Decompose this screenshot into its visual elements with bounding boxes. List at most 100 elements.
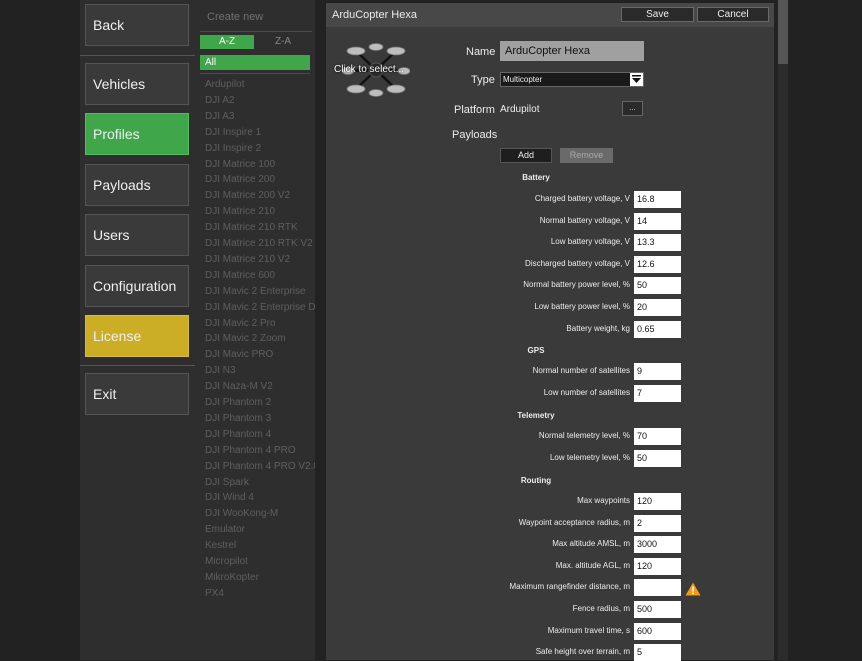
profile-list-item[interactable]: DJI Matrice 210 V2	[205, 253, 317, 267]
nav-payloads-button[interactable]: Payloads	[85, 164, 189, 206]
param-input[interactable]: 0.65	[634, 320, 681, 338]
editor-title: ArduCopter Hexa	[332, 9, 417, 21]
profile-list-item[interactable]: DJI Phantom 4 PRO V2.0	[205, 460, 317, 474]
param-input[interactable]: 5	[634, 644, 681, 661]
profile-list-item[interactable]: DJI Matrice 200 V2	[205, 189, 317, 203]
remove-payload-button[interactable]: Remove	[560, 148, 613, 163]
payloads-label: Payloads	[452, 129, 498, 141]
scrollbar[interactable]	[778, 0, 788, 660]
param-input[interactable]: 600	[634, 622, 681, 640]
param-input[interactable]: 13.3	[634, 234, 681, 252]
param-label: Fence radius, m	[572, 604, 630, 613]
profile-list-item[interactable]: DJI Phantom 4 PRO	[205, 444, 317, 458]
param-input[interactable]: 12.6	[634, 255, 681, 273]
type-label: Type	[471, 74, 495, 86]
param-label: Low number of satellites	[543, 387, 630, 397]
param-input[interactable]: 16.8	[634, 191, 681, 208]
profile-list-item[interactable]: Micropilot	[205, 555, 317, 569]
type-select[interactable]: Multicopter	[500, 72, 644, 87]
platform-value: Ardupilot	[500, 104, 540, 115]
nav-license-button[interactable]: License	[85, 315, 189, 357]
param-input[interactable]: 120	[634, 557, 681, 575]
profile-list-item[interactable]: DJI Matrice 200	[205, 173, 317, 187]
platform-label: Platform	[454, 104, 495, 116]
profile-list-item[interactable]: DJI Matrice 210	[205, 205, 317, 219]
profile-list-item[interactable]: DJI A2	[205, 94, 317, 108]
nav-configuration-button[interactable]: Configuration	[85, 265, 189, 307]
param-label: Charged battery voltage, V	[534, 194, 630, 203]
profile-list-item[interactable]: MikroKopter	[205, 571, 317, 585]
create-new-button[interactable]: Create new	[207, 11, 263, 23]
profile-list-item[interactable]: DJI Inspire 1	[205, 126, 317, 140]
profile-list-item[interactable]: DJI Matrice 210 RTK	[205, 221, 317, 235]
profile-list-item[interactable]: DJI Matrice 600	[205, 269, 317, 283]
profile-list-item[interactable]: Emulator	[205, 523, 317, 537]
param-input[interactable]: 50	[634, 449, 681, 467]
profile-list-item[interactable]: DJI WooKong-M	[205, 507, 317, 521]
param-input[interactable]: 120	[634, 493, 681, 510]
editor-header: ArduCopter Hexa Save Cancel	[326, 3, 774, 27]
param-label: Maximum travel time, s	[547, 625, 630, 635]
param-input[interactable]: 14	[634, 212, 681, 230]
param-input[interactable]: 2	[634, 514, 681, 532]
nav-exit-button[interactable]: Exit	[85, 373, 189, 415]
param-label: Low telemetry level, %	[549, 452, 630, 462]
profile-list-item[interactable]: DJI Mavic 2 Enterprise Dual	[205, 301, 317, 315]
profile-list-item[interactable]: DJI A3	[205, 110, 317, 124]
section-header-telemetry: Telemetry	[517, 411, 555, 420]
section-header-battery: Battery	[522, 173, 550, 182]
param-label: Low battery power level, %	[534, 302, 630, 311]
section-header-routing: Routing	[520, 476, 552, 485]
param-input[interactable]: 70	[634, 428, 681, 445]
profile-list-item[interactable]: DJI Spark	[205, 476, 317, 490]
right-margin	[788, 0, 862, 660]
param-input[interactable]: 500	[634, 601, 681, 618]
list-divider	[200, 31, 312, 32]
param-input[interactable]	[634, 579, 681, 597]
profile-list-item[interactable]: DJI Wind 4	[205, 491, 317, 505]
nav-profiles-button[interactable]: Profiles	[85, 113, 189, 155]
profile-list-item[interactable]: DJI Mavic 2 Pro	[205, 317, 317, 331]
param-label: Normal battery voltage, V	[539, 215, 630, 225]
sort-az-button[interactable]: A-Z	[200, 35, 254, 49]
nav-back-button[interactable]: Back	[85, 4, 189, 46]
profile-list-item[interactable]: DJI Phantom 2	[205, 396, 317, 410]
scrollbar-thumb[interactable]	[778, 0, 788, 64]
profile-list-item[interactable]: DJI Mavic 2 Enterprise	[205, 285, 317, 299]
profile-list-item[interactable]: DJI Mavic 2 Zoom	[205, 332, 317, 346]
section-header-gps: GPS	[527, 346, 545, 355]
save-button[interactable]: Save	[621, 7, 694, 22]
nav-divider	[80, 365, 195, 366]
profile-list-panel: Create new A-Z Z-A All Ardupilot DJI A2 DJ…	[195, 0, 317, 660]
profile-list-item[interactable]: DJI Phantom 4	[205, 428, 317, 442]
profile-list-item[interactable]: DJI Matrice 210 RTK V2	[205, 237, 317, 251]
profile-list-item[interactable]: Kestrel	[205, 539, 317, 553]
name-input[interactable]: ArduCopter Hexa	[500, 41, 644, 61]
param-input[interactable]: 9	[634, 363, 681, 380]
sort-za-button[interactable]: Z-A	[256, 35, 310, 49]
filter-all-button[interactable]: All	[200, 55, 310, 70]
cancel-button[interactable]: Cancel	[697, 7, 769, 22]
profile-list-item[interactable]: DJI Naza-M V2	[205, 380, 317, 394]
profile-list-item[interactable]: DJI Mavic PRO	[205, 348, 317, 362]
profile-list-item[interactable]: Ardupilot	[205, 78, 317, 92]
param-label: Discharged battery voltage, V	[525, 258, 630, 268]
filter-divider	[200, 73, 310, 74]
param-input[interactable]: 20	[634, 299, 681, 316]
profile-list-item[interactable]: DJI Inspire 2	[205, 142, 317, 156]
param-label: Normal telemetry level, %	[538, 431, 630, 440]
click-to-select-label[interactable]: Click to select...	[334, 64, 404, 75]
profile-list-item[interactable]: PX4	[205, 587, 317, 601]
profile-editor: ArduCopter Hexa Save Cancel Click to sel…	[326, 3, 774, 661]
nav-vehicles-button[interactable]: Vehicles	[85, 63, 189, 105]
profile-list-item[interactable]: DJI Phantom 3	[205, 412, 317, 426]
platform-browse-button[interactable]: ...	[622, 101, 643, 116]
nav-users-button[interactable]: Users	[85, 214, 189, 256]
chevron-down-icon[interactable]	[630, 73, 643, 86]
profile-list-item[interactable]: DJI N3	[205, 364, 317, 378]
param-input[interactable]: 3000	[634, 536, 681, 554]
param-input[interactable]: 50	[634, 277, 681, 295]
param-input[interactable]: 7	[634, 384, 681, 402]
profile-list-item[interactable]: DJI Matrice 100	[205, 158, 317, 172]
add-payload-button[interactable]: Add	[500, 148, 552, 163]
